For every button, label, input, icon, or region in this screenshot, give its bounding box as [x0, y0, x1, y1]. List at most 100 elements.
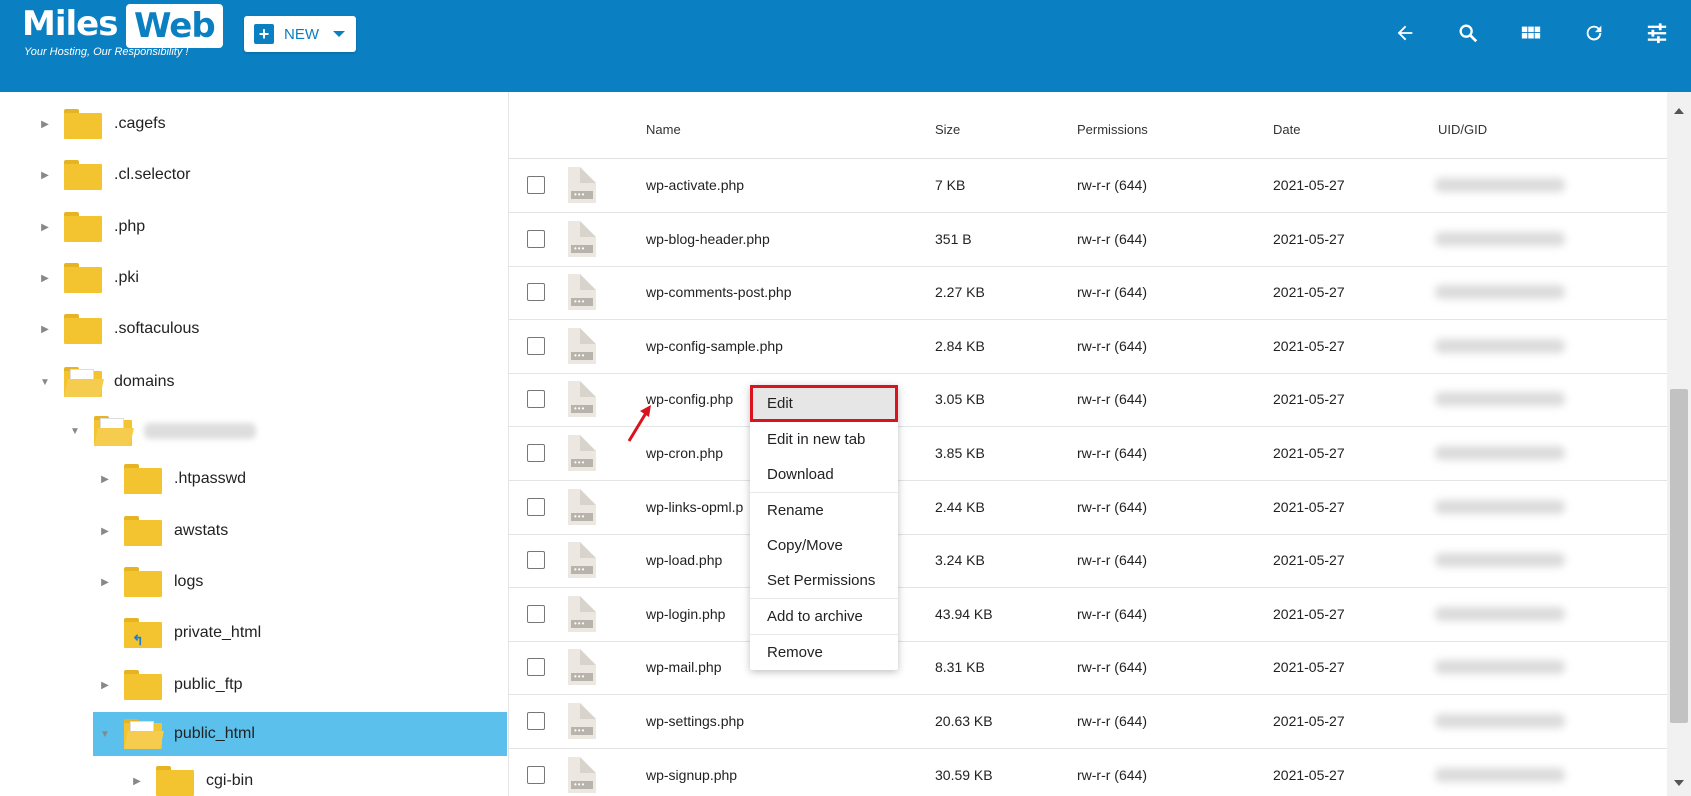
context-menu-edit[interactable]: Edit — [750, 385, 898, 422]
file-name[interactable]: wp-config.php — [646, 391, 733, 407]
table-row[interactable]: ••• wp-load.php 3.24 KB rw-r-r (644) 2021-05… — [509, 534, 1667, 589]
tree-item-private-html[interactable]: ↰ private_html — [98, 613, 261, 653]
tree-item-cagefs[interactable]: ▶ .cagefs — [38, 104, 166, 144]
grid-view-icon[interactable] — [1516, 18, 1546, 48]
context-menu-remove[interactable]: Remove — [750, 635, 898, 670]
row-checkbox[interactable] — [527, 497, 545, 516]
column-header-size[interactable]: Size — [935, 122, 960, 137]
blurred-uid-gid — [1435, 714, 1565, 728]
tree-item-cgi-bin[interactable]: ▶ cgi-bin — [130, 761, 253, 796]
row-checkbox[interactable] — [527, 551, 545, 570]
expand-arrow-icon[interactable]: ▶ — [98, 524, 112, 538]
table-row[interactable]: ••• wp-activate.php 7 KB rw-r-r (644) 2021-0… — [509, 159, 1667, 213]
scroll-up-arrow-icon[interactable] — [1674, 108, 1684, 114]
mileswed-logo[interactable]: Miles Web Your Hosting, Our Responsibili… — [22, 2, 223, 62]
tree-item-label: private_html — [174, 624, 262, 641]
file-name[interactable]: wp-signup.php — [646, 767, 737, 783]
scroll-thumb[interactable] — [1670, 389, 1688, 723]
row-checkbox[interactable] — [527, 765, 545, 784]
row-checkbox[interactable] — [527, 176, 545, 194]
expand-arrow-icon[interactable]: ▶ — [98, 472, 112, 486]
table-row[interactable]: ••• wp-cron.php 3.85 KB rw-r-r (644) 2021-05… — [509, 427, 1667, 481]
tree-item-public-ftp[interactable]: ▶ public_ftp — [98, 665, 243, 705]
context-menu-copy-move[interactable]: Copy/Move — [750, 528, 898, 563]
scroll-down-arrow-icon[interactable] — [1674, 780, 1684, 786]
tree-item-awstats[interactable]: ▶ awstats — [98, 511, 228, 551]
column-header-permissions[interactable]: Permissions — [1077, 122, 1148, 137]
table-row[interactable]: ••• wp-settings.php 20.63 KB rw-r-r (644) 20… — [509, 695, 1667, 749]
table-row[interactable]: ••• wp-comments-post.php 2.27 KB rw-r-r (64… — [509, 266, 1667, 321]
row-checkbox[interactable] — [527, 604, 545, 623]
context-menu-add-to-archive[interactable]: Add to archive — [750, 599, 898, 635]
tree-item-php[interactable]: ▶ .php — [38, 207, 145, 247]
context-menu-edit-new-tab[interactable]: Edit in new tab — [750, 422, 898, 457]
file-name[interactable]: wp-load.php — [646, 552, 722, 568]
column-header-uid-gid[interactable]: UID/GID — [1438, 122, 1487, 137]
context-menu-rename[interactable]: Rename — [750, 493, 898, 528]
file-name[interactable]: wp-blog-header.php — [646, 231, 770, 247]
vertical-scrollbar[interactable] — [1667, 92, 1691, 796]
file-permissions: rw-r-r (644) — [1077, 552, 1147, 569]
file-list-panel: Name Size Permissions Date UID/GID ••• wp… — [509, 92, 1667, 796]
back-arrow-icon[interactable] — [1390, 18, 1420, 48]
tree-item-logs[interactable]: ▶ logs — [98, 562, 203, 602]
file-name[interactable]: wp-mail.php — [646, 659, 721, 675]
row-checkbox[interactable] — [527, 390, 545, 409]
tree-item-label: .cagefs — [114, 115, 166, 132]
file-name[interactable]: wp-links-opml.p — [646, 499, 743, 515]
table-row[interactable]: ••• wp-login.php 43.94 KB rw-r-r (644) 2021-… — [509, 588, 1667, 642]
tree-item-softaculous[interactable]: ▶ .softaculous — [38, 309, 199, 349]
file-name[interactable]: wp-cron.php — [646, 445, 723, 461]
expand-arrow-icon[interactable]: ▶ — [130, 774, 144, 788]
expand-arrow-icon[interactable]: ▶ — [38, 322, 52, 336]
table-row[interactable]: ••• wp-mail.php 8.31 KB rw-r-r (644) 2021-05… — [509, 641, 1667, 696]
expand-arrow-icon[interactable]: ▶ — [98, 678, 112, 692]
collapse-arrow-icon[interactable]: ▼ — [68, 424, 82, 438]
folder-icon — [156, 766, 194, 796]
table-row[interactable]: ••• wp-signup.php 30.59 KB rw-r-r (644) 2021… — [509, 749, 1667, 796]
expand-arrow-icon[interactable]: ▶ — [98, 575, 112, 589]
expand-arrow-icon[interactable]: ▶ — [38, 168, 52, 182]
blurred-uid-gid — [1435, 767, 1565, 782]
tree-item-label: .softaculous — [114, 320, 200, 337]
tree-item-public-html[interactable]: ▼ public_html — [93, 712, 507, 756]
column-header-date[interactable]: Date — [1273, 122, 1300, 137]
tree-item-htpasswd[interactable]: ▶ .htpasswd — [98, 459, 246, 499]
table-row[interactable]: ••• wp-links-opml.p 2.44 KB rw-r-r (644) 202… — [509, 481, 1667, 535]
new-button[interactable]: + NEW — [244, 16, 356, 52]
table-row[interactable]: ••• wp-blog-header.php 351 B rw-r-r (644) 20… — [509, 213, 1667, 267]
tree-item-cl-selector[interactable]: ▶ .cl.selector — [38, 155, 190, 195]
file-name[interactable]: wp-login.php — [646, 606, 725, 622]
collapse-arrow-icon[interactable]: ▼ — [98, 727, 112, 741]
tree-item-domain-name[interactable]: ▼ — [68, 411, 256, 451]
file-permissions: rw-r-r (644) — [1077, 177, 1147, 193]
tree-item-label: domains — [114, 373, 175, 390]
expand-arrow-icon[interactable]: ▶ — [38, 220, 52, 234]
row-checkbox[interactable] — [527, 658, 545, 677]
tree-item-pki[interactable]: ▶ .pki — [38, 258, 139, 298]
settings-sliders-icon[interactable] — [1642, 18, 1672, 48]
collapse-arrow-icon[interactable]: ▼ — [38, 375, 52, 389]
file-name[interactable]: wp-comments-post.php — [646, 284, 792, 300]
context-menu-download[interactable]: Download — [750, 457, 898, 493]
refresh-icon[interactable] — [1579, 18, 1609, 48]
annotation-arrow-icon — [627, 405, 651, 442]
table-row[interactable]: ••• wp-config-sample.php 2.84 KB rw-r-r (64… — [509, 320, 1667, 374]
file-name[interactable]: wp-activate.php — [646, 177, 744, 193]
row-checkbox[interactable] — [527, 712, 545, 730]
folder-tree-sidebar: ▶ .cagefs ▶ .cl.selector ▶ .php ▶ .pki ▶… — [0, 92, 509, 796]
tree-item-domains[interactable]: ▼ domains — [38, 362, 174, 402]
row-checkbox[interactable] — [527, 336, 545, 355]
row-checkbox[interactable] — [527, 283, 545, 302]
expand-arrow-icon[interactable]: ▶ — [38, 117, 52, 131]
file-name[interactable]: wp-settings.php — [646, 713, 744, 729]
context-menu-set-permissions[interactable]: Set Permissions — [750, 563, 898, 599]
file-size: 30.59 KB — [935, 766, 993, 783]
row-checkbox[interactable] — [527, 444, 545, 462]
table-row[interactable]: ••• wp-config.php 3.05 KB rw-r-r (644) 2021-… — [509, 373, 1667, 428]
search-icon[interactable] — [1453, 18, 1483, 48]
row-checkbox[interactable] — [527, 229, 545, 248]
column-header-name[interactable]: Name — [646, 122, 681, 137]
file-name[interactable]: wp-config-sample.php — [646, 338, 783, 354]
expand-arrow-icon[interactable]: ▶ — [38, 271, 52, 285]
